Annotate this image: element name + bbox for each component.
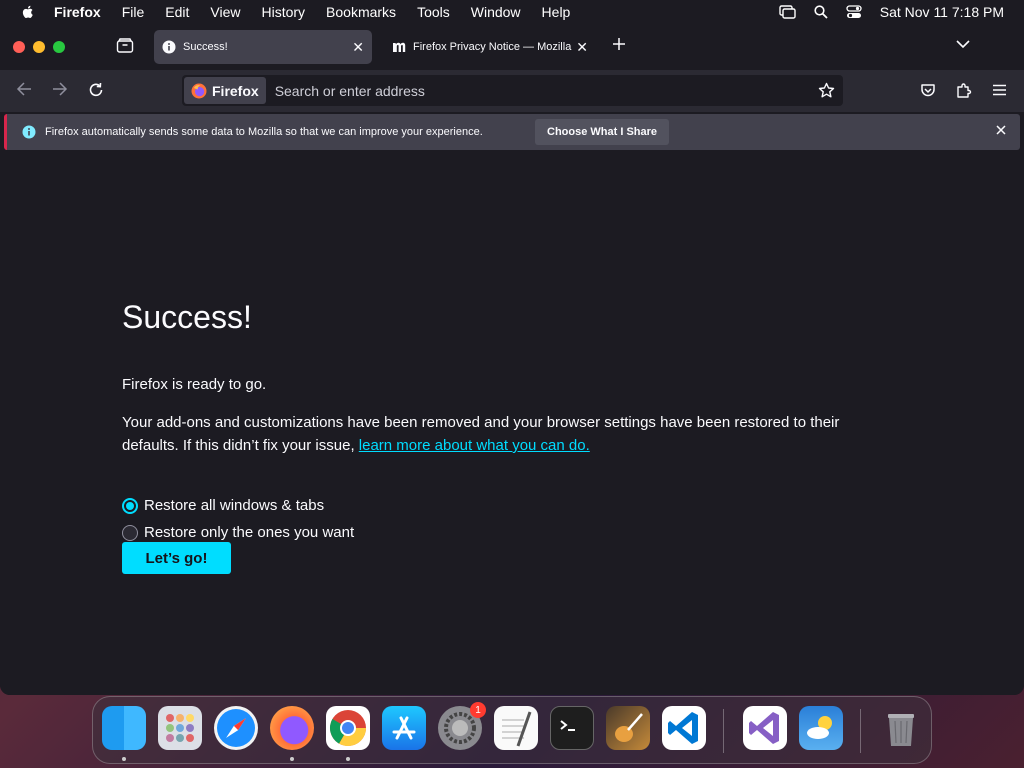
visual-studio-logo-icon: [749, 712, 779, 744]
lets-go-button[interactable]: Let’s go!: [122, 542, 231, 574]
terminal-app-icon[interactable]: [550, 706, 594, 750]
visual-studio-app-icon[interactable]: [743, 706, 787, 750]
running-indicator: [122, 757, 126, 761]
textedit-app-icon[interactable]: [494, 706, 538, 750]
menu-view[interactable]: View: [210, 4, 240, 20]
terminal-prompt-icon: [560, 720, 575, 731]
reload-icon[interactable]: [88, 82, 104, 98]
vscode-logo-icon: [668, 712, 698, 744]
trash-can-icon: [888, 714, 914, 746]
restore-some-label: Restore only the ones you want: [144, 524, 355, 541]
app-store-app-icon[interactable]: [382, 706, 426, 750]
menu-window[interactable]: Window: [471, 4, 521, 20]
page-title: Success!: [122, 299, 252, 335]
bookmark-star-icon[interactable]: [818, 82, 835, 99]
control-center-icon[interactable]: [846, 5, 862, 19]
info-icon: [22, 125, 36, 139]
notification-message: Firefox automatically sends some data to…: [45, 126, 483, 138]
learn-more-link[interactable]: learn more about what you can do.: [359, 437, 590, 454]
pocket-icon[interactable]: [920, 82, 936, 98]
trash-app-icon[interactable]: [879, 706, 923, 750]
back-arrow-icon[interactable]: [16, 82, 32, 96]
reset-description: Your add-ons and customizations have bee…: [122, 411, 882, 457]
address-bar[interactable]: Firefox: [182, 75, 843, 106]
notification-badge: 1: [470, 702, 486, 718]
mozilla-m-icon: [393, 42, 406, 52]
textedit-pen-icon: [502, 711, 532, 747]
menu-edit[interactable]: Edit: [165, 4, 189, 20]
restore-all-label: Restore all windows & tabs: [144, 497, 325, 514]
forward-arrow-icon[interactable]: [52, 82, 68, 96]
running-indicator: [346, 757, 350, 761]
hamburger-menu-icon[interactable]: [992, 84, 1007, 96]
chrome-logo-icon: [329, 710, 366, 747]
identity-label: Firefox: [212, 82, 259, 99]
restore-some-option[interactable]: Restore only the ones you want: [122, 524, 354, 541]
menu-help[interactable]: Help: [542, 4, 571, 20]
firefox-window: Success! ✕ Firefox Privacy Notice — Mozi…: [0, 24, 1024, 695]
macos-dock: 1: [92, 696, 932, 764]
firefox-logo-icon: [191, 83, 207, 98]
menu-history[interactable]: History: [261, 4, 305, 20]
launchpad-grid-icon: [166, 714, 194, 742]
menu-bar-clock[interactable]: Sat Nov 11 7:18 PM: [880, 4, 1004, 20]
finder-app-icon[interactable]: [102, 706, 146, 750]
ready-text: Firefox is ready to go.: [122, 376, 267, 393]
telemetry-notification-bar: Firefox automatically sends some data to…: [4, 114, 1020, 150]
identity-box[interactable]: Firefox: [184, 77, 266, 104]
spotlight-search-icon[interactable]: [814, 5, 828, 19]
launchpad-app-icon[interactable]: [158, 706, 202, 750]
radio-selected[interactable]: [122, 497, 138, 514]
close-tab-icon[interactable]: ✕: [576, 39, 588, 56]
info-icon: [162, 40, 176, 54]
macos-menu-bar: Firefox File Edit View History Bookmarks…: [0, 0, 1024, 24]
firefox-view-icon[interactable]: [116, 38, 134, 54]
tab-title: Success!: [183, 41, 228, 53]
menu-file[interactable]: File: [122, 4, 145, 20]
dock-separator: [723, 709, 724, 753]
weather-app-icon[interactable]: [799, 706, 843, 750]
close-tab-icon[interactable]: ✕: [352, 39, 364, 56]
list-all-tabs-chevron-icon[interactable]: [956, 40, 970, 49]
apple-logo-icon[interactable]: [20, 4, 36, 20]
search-address-input[interactable]: [274, 82, 795, 99]
app-store-a-icon: [392, 716, 416, 740]
tab-bar: Success! ✕ Firefox Privacy Notice — Mozi…: [0, 24, 1024, 70]
garageband-app-icon[interactable]: [606, 706, 650, 750]
menu-bookmarks[interactable]: Bookmarks: [326, 4, 396, 20]
dock-separator: [860, 709, 861, 753]
screen-mirroring-icon[interactable]: [779, 5, 796, 19]
close-window-button[interactable]: [13, 41, 25, 53]
chrome-app-icon[interactable]: [326, 706, 370, 750]
window-controls: [13, 41, 65, 53]
safari-compass-icon: [217, 709, 255, 747]
tab-success[interactable]: Success! ✕: [154, 30, 372, 64]
tab-privacy-notice[interactable]: Firefox Privacy Notice — Mozilla ✕: [384, 30, 596, 64]
tab-title: Firefox Privacy Notice — Mozilla: [413, 41, 572, 53]
new-tab-plus-icon[interactable]: [612, 37, 626, 51]
firefox-app-icon[interactable]: [270, 706, 314, 750]
restore-all-option[interactable]: Restore all windows & tabs: [122, 497, 324, 514]
safari-app-icon[interactable]: [214, 706, 258, 750]
menu-tools[interactable]: Tools: [417, 4, 450, 20]
navigation-toolbar: Firefox: [0, 70, 1024, 112]
minimize-window-button[interactable]: [33, 41, 45, 53]
sun-cloud-icon: [807, 716, 832, 739]
guitar-icon: [615, 713, 643, 742]
radio-unselected[interactable]: [122, 524, 138, 541]
running-indicator: [290, 757, 294, 761]
extensions-puzzle-icon[interactable]: [956, 82, 972, 99]
fullscreen-window-button[interactable]: [53, 41, 65, 53]
vscode-app-icon[interactable]: [662, 706, 706, 750]
close-notification-icon[interactable]: [996, 125, 1006, 135]
menu-app-name[interactable]: Firefox: [54, 4, 101, 20]
choose-what-i-share-button[interactable]: Choose What I Share: [535, 119, 670, 145]
page-content: Success! Firefox is ready to go. Your ad…: [0, 155, 1024, 695]
